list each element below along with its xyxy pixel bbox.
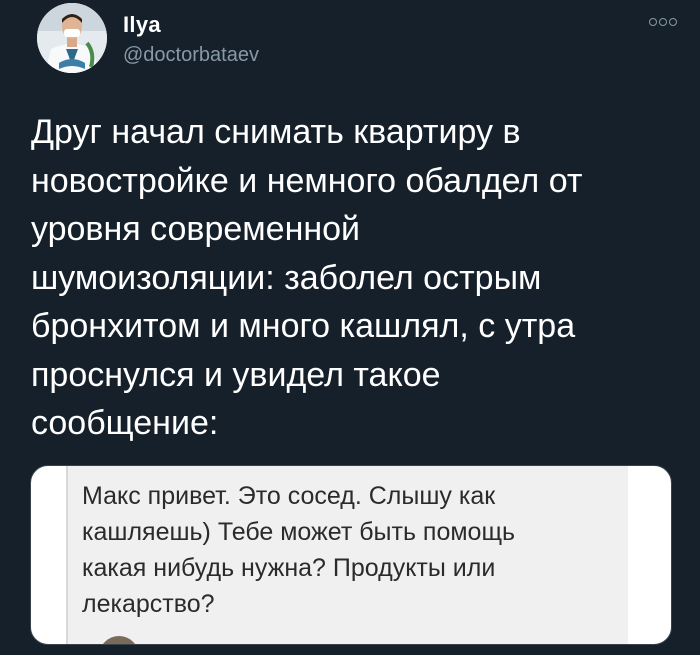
dot-icon xyxy=(649,18,657,26)
dot-icon xyxy=(669,18,677,26)
user-handle[interactable]: @doctorbataev xyxy=(123,44,259,67)
message-bubble: Макс привет. Это сосед. Слышу как кашляе… xyxy=(66,466,628,644)
doctor-avatar-icon xyxy=(37,3,107,73)
more-options-icon[interactable] xyxy=(641,14,677,30)
dot-icon xyxy=(659,18,667,26)
user-name[interactable]: Ilya xyxy=(123,12,161,38)
media-card[interactable]: Макс привет. Это сосед. Слышу как кашляе… xyxy=(30,465,672,645)
tweet-header: Ilya @doctorbataev xyxy=(37,0,677,90)
tweet-text: Друг начал снимать квартиру в новостройк… xyxy=(31,113,583,442)
avatar[interactable] xyxy=(37,3,107,73)
message-text: Макс привет. Это сосед. Слышу как кашляе… xyxy=(82,482,516,618)
